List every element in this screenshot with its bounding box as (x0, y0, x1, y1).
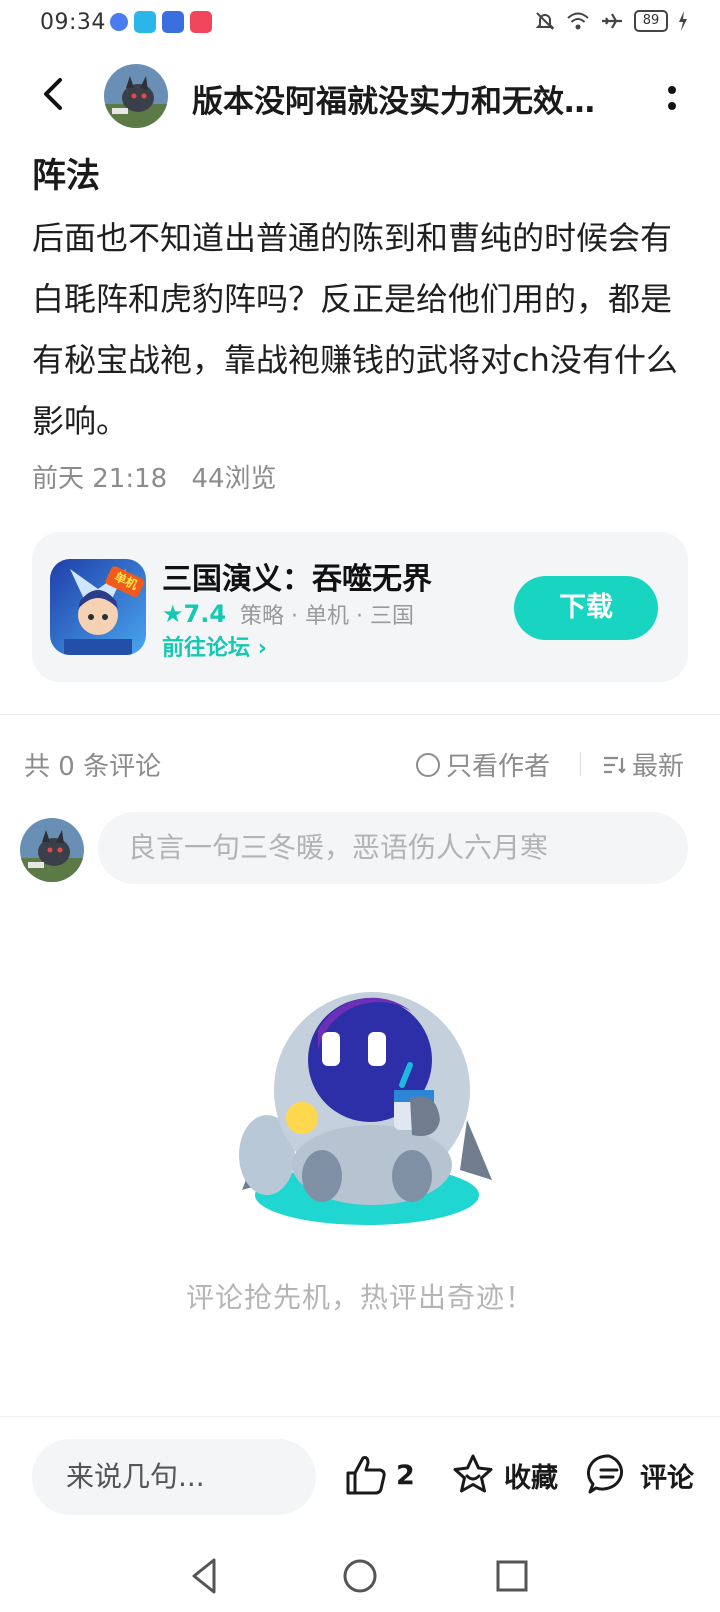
author-only-toggle[interactable]: 只看作者 (416, 746, 550, 783)
game-name[interactable]: 三国演义：吞噬无界 (162, 554, 432, 598)
status-notification-icons (110, 11, 212, 33)
bottom-action-bar: 来说几句... 2 收藏 评论 (0, 1416, 720, 1540)
like-button[interactable]: 2 (344, 1445, 415, 1505)
mute-icon (535, 12, 555, 30)
thumbs-up-icon (346, 1456, 386, 1495)
nav-recents-icon[interactable] (490, 1554, 534, 1598)
game-icon[interactable]: 单机 (50, 559, 146, 655)
post-date: 前天 21:18 (32, 464, 168, 494)
game-rating-value: 7.4 (183, 600, 227, 628)
user-avatar (20, 818, 84, 882)
nav-home-icon[interactable] (338, 1554, 382, 1598)
forum-link-label: 前往论坛 (162, 636, 251, 661)
charging-icon (679, 11, 687, 31)
sort-latest-label: 最新 (632, 752, 685, 782)
back-icon[interactable] (32, 72, 76, 116)
store-app-icon (162, 11, 184, 33)
comment-bubble-icon (586, 1454, 623, 1494)
author-avatar[interactable] (104, 64, 168, 128)
post-body: 后面也不知道出普通的陈到和曹纯的时候会有白毦阵和虎豹阵吗？反正是给他们用的，都是… (32, 219, 678, 440)
airplane-icon (602, 13, 622, 29)
wifi-icon (567, 12, 589, 30)
chevron-right-icon: › (257, 636, 267, 661)
favorite-button[interactable]: 收藏 (450, 1445, 558, 1505)
video-app-icon (190, 11, 212, 33)
game-card[interactable]: 单机 三国演义：吞噬无界 ★7.4 策略 · 单机 · 三国 前往论坛 › 下载 (32, 532, 688, 682)
star-icon: ★ (162, 600, 184, 628)
comment-input[interactable]: 良言一句三冬暖，恶语伤人六月寒 (98, 812, 688, 884)
empty-comments-robot-illustration (239, 992, 492, 1225)
status-system-icons: 89 (534, 10, 688, 32)
divider (0, 714, 720, 715)
forum-link[interactable]: 前往论坛 › (162, 630, 267, 662)
system-navigation-bar (0, 1540, 720, 1612)
empty-comments-text: 评论抢先机，热评出奇迹！ (185, 1281, 534, 1314)
nav-back-icon[interactable] (184, 1554, 228, 1598)
more-options-icon[interactable] (662, 78, 682, 118)
favorite-label: 收藏 (504, 1462, 558, 1494)
battery-icon: 89 (634, 10, 668, 32)
book-app-icon (134, 11, 156, 33)
status-time: 09:34 (40, 10, 106, 35)
comment-button[interactable]: 评论 (586, 1445, 694, 1505)
radio-circle-icon (416, 752, 440, 777)
reply-input[interactable]: 来说几句... (32, 1439, 316, 1515)
comment-label: 评论 (640, 1462, 694, 1494)
post-header-title: 版本没阿福就没实力和无效阵法 (192, 84, 612, 120)
post-meta: 前天 21:18 44浏览 (32, 458, 277, 495)
separator (580, 752, 581, 776)
status-bar: 09:34 89 (0, 0, 720, 48)
author-only-label: 只看作者 (446, 752, 551, 782)
post-title: 阵法 (32, 156, 100, 196)
post-views: 44浏览 (191, 464, 277, 494)
download-button[interactable]: 下载 (514, 576, 658, 640)
game-rating-row: ★7.4 策略 · 单机 · 三国 (162, 598, 414, 630)
comment-count: 共 0 条评论 (24, 752, 162, 782)
post-header: 版本没阿福就没实力和无效阵法 (0, 52, 720, 140)
like-count: 2 (396, 1459, 415, 1491)
app-notification-icon (110, 13, 128, 31)
game-tags: 策略 · 单机 · 三国 (240, 604, 414, 629)
sort-icon (604, 756, 626, 774)
sort-latest-button[interactable]: 最新 (602, 746, 684, 783)
game-rating: ★7.4 (162, 600, 226, 628)
star-outline-icon (453, 1454, 493, 1493)
